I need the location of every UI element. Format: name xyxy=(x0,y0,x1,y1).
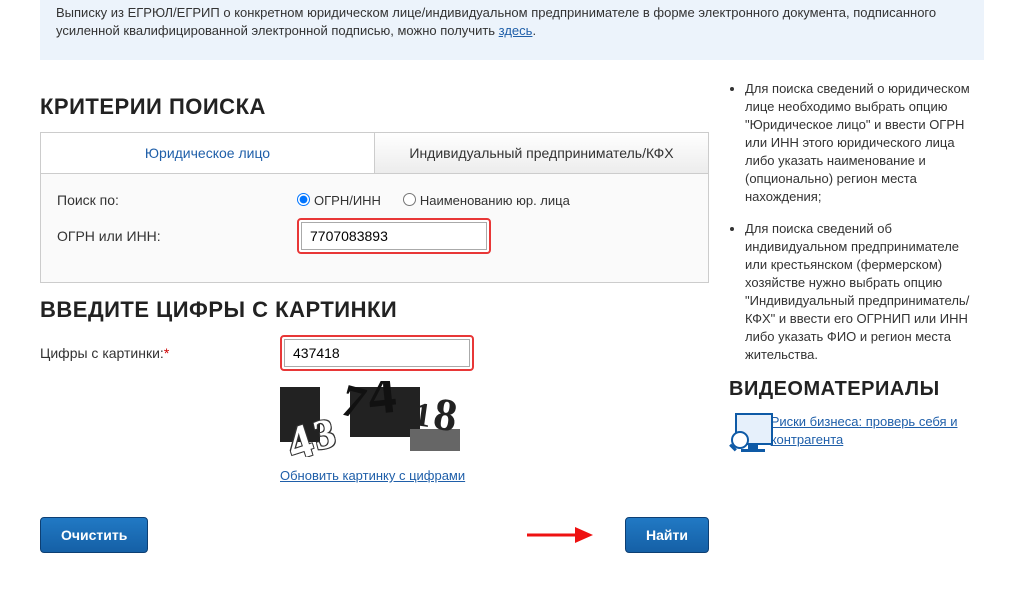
captcha-input[interactable] xyxy=(284,339,470,367)
find-button[interactable]: Найти xyxy=(625,517,709,553)
radio-ogrn-inn-label[interactable]: ОГРН/ИНН xyxy=(297,193,381,208)
help-item: Для поиска сведений о юридическом лице н… xyxy=(745,80,984,206)
clear-button[interactable]: Очистить xyxy=(40,517,148,553)
tab-legal-entity[interactable]: Юридическое лицо xyxy=(41,133,375,173)
notice-text-before: Выписку из ЕГРЮЛ/ЕГРИП о конкретном юрид… xyxy=(56,5,936,38)
radio-by-name[interactable] xyxy=(403,193,416,206)
heading-video: Видеоматериалы xyxy=(729,378,984,401)
refresh-captcha-link[interactable]: Обновить картинку с цифрами xyxy=(280,468,465,483)
search-by-radios: ОГРН/ИНН Наименованию юр. лица xyxy=(297,192,692,208)
label-ogrn-inn: ОГРН или ИНН: xyxy=(57,228,297,244)
video-item: Риски бизнеса: проверь себя и контрагент… xyxy=(729,413,984,453)
tab-individual[interactable]: Индивидуальный предприниматель/КФХ xyxy=(375,133,708,173)
label-search-by: Поиск по: xyxy=(57,192,297,208)
search-criteria-panel: Поиск по: ОГРН/ИНН Наименованию юр. лица… xyxy=(40,174,709,283)
radio-by-name-label[interactable]: Наименованию юр. лица xyxy=(403,193,570,208)
heading-captcha: Введите цифры с картинки xyxy=(40,297,709,323)
required-mark: * xyxy=(164,345,169,361)
captcha-image: 4 3 7 4 1 8 xyxy=(280,381,486,457)
label-captcha: Цифры с картинки:* xyxy=(40,345,280,361)
video-link[interactable]: Риски бизнеса: проверь себя и контрагент… xyxy=(771,413,984,449)
notice-text-after: . xyxy=(532,23,536,38)
heading-criteria: Критерии поиска xyxy=(40,94,709,120)
info-notice: Выписку из ЕГРЮЛ/ЕГРИП о конкретном юрид… xyxy=(40,0,984,60)
help-item: Для поиска сведений об индивидуальном пр… xyxy=(745,220,984,364)
monitor-search-icon xyxy=(729,413,765,453)
help-list: Для поиска сведений о юридическом лице н… xyxy=(745,80,984,364)
entity-type-tabs: Юридическое лицо Индивидуальный предприн… xyxy=(40,132,709,174)
captcha-field-wrap xyxy=(280,335,474,371)
ogrn-inn-input[interactable] xyxy=(301,222,487,250)
radio-ogrn-inn[interactable] xyxy=(297,193,310,206)
captcha-glyph: 4 xyxy=(365,381,400,428)
ogrn-inn-field-wrap xyxy=(297,218,491,254)
arrow-icon xyxy=(525,522,595,548)
notice-link-here[interactable]: здесь xyxy=(499,23,533,38)
